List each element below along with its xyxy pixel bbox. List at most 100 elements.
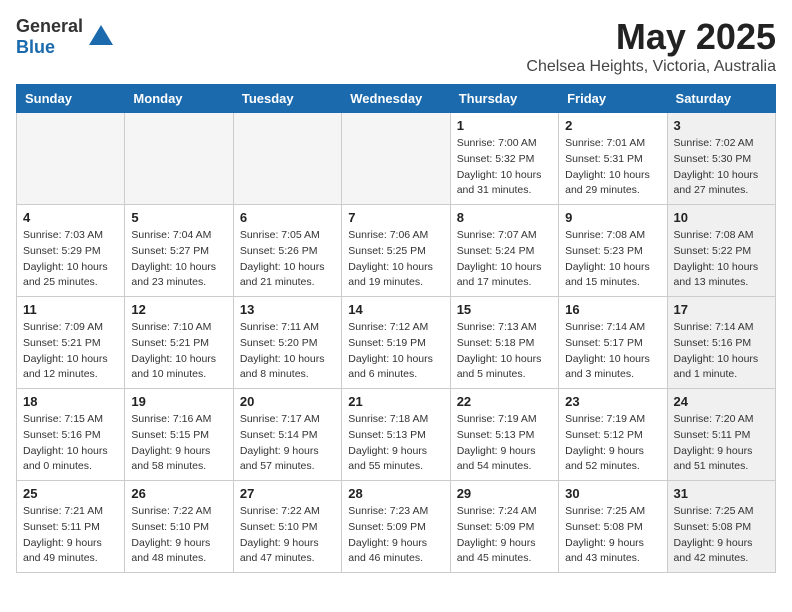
day-info: Sunrise: 7:22 AM Sunset: 5:10 PM Dayligh…: [240, 504, 335, 567]
day-number: 15: [457, 302, 552, 317]
logo-icon: [87, 23, 115, 51]
calendar-cell: 23Sunrise: 7:19 AM Sunset: 5:12 PM Dayli…: [559, 389, 667, 481]
day-number: 28: [348, 486, 443, 501]
day-info: Sunrise: 7:14 AM Sunset: 5:17 PM Dayligh…: [565, 320, 660, 383]
day-info: Sunrise: 7:12 AM Sunset: 5:19 PM Dayligh…: [348, 320, 443, 383]
column-header-thursday: Thursday: [450, 85, 558, 113]
day-number: 12: [131, 302, 226, 317]
day-info: Sunrise: 7:08 AM Sunset: 5:23 PM Dayligh…: [565, 228, 660, 291]
calendar-cell: 21 Sunrise: 7:18 AM Sunset: 5:13 PM Dayli…: [342, 389, 450, 481]
calendar-cell: [17, 113, 125, 205]
location-title: Chelsea Heights, Victoria, Australia: [526, 58, 776, 76]
day-number: 16: [565, 302, 660, 317]
title-area: May 2025 Chelsea Heights, Victoria, Aust…: [526, 16, 776, 76]
day-info: Sunrise: 7:03 AM Sunset: 5:29 PM Dayligh…: [23, 228, 118, 291]
calendar-cell: 19 Sunrise: 7:16 AM Sunset: 5:15 PM Dayli…: [125, 389, 233, 481]
day-info: Sunrise: 7:24 AM Sunset: 5:09 PM Dayligh…: [457, 504, 552, 567]
day-number: 3: [674, 118, 769, 133]
calendar-cell: [233, 113, 341, 205]
calendar-cell: 8 Sunrise: 7:07 AM Sunset: 5:24 PM Daylig…: [450, 205, 558, 297]
calendar-week-row: 4 Sunrise: 7:03 AM Sunset: 5:29 PM Daylig…: [17, 205, 776, 297]
calendar-cell: [125, 113, 233, 205]
day-info: Sunrise: 7:18 AM Sunset: 5:13 PM Dayligh…: [348, 412, 443, 475]
day-number: 10: [674, 210, 769, 225]
day-number: 31: [674, 486, 769, 501]
day-number: 6: [240, 210, 335, 225]
calendar-cell: 27 Sunrise: 7:22 AM Sunset: 5:10 PM Dayli…: [233, 481, 341, 573]
day-number: 8: [457, 210, 552, 225]
day-number: 9: [565, 210, 660, 225]
calendar-week-row: 1Sunrise: 7:00 AM Sunset: 5:32 PM Daylig…: [17, 113, 776, 205]
day-info: Sunrise: 7:19 AM Sunset: 5:12 PM Dayligh…: [565, 412, 660, 475]
day-number: 11: [23, 302, 118, 317]
column-header-tuesday: Tuesday: [233, 85, 341, 113]
day-info: Sunrise: 7:00 AM Sunset: 5:32 PM Dayligh…: [457, 136, 552, 199]
calendar-header-row: SundayMondayTuesdayWednesdayThursdayFrid…: [17, 85, 776, 113]
day-info: Sunrise: 7:08 AM Sunset: 5:22 PM Dayligh…: [674, 228, 769, 291]
calendar-cell: 3 Sunrise: 7:02 AM Sunset: 5:30 PM Daylig…: [667, 113, 775, 205]
day-number: 14: [348, 302, 443, 317]
day-info: Sunrise: 7:20 AM Sunset: 5:11 PM Dayligh…: [674, 412, 769, 475]
day-info: Sunrise: 7:04 AM Sunset: 5:27 PM Dayligh…: [131, 228, 226, 291]
calendar-cell: 30Sunrise: 7:25 AM Sunset: 5:08 PM Dayli…: [559, 481, 667, 573]
day-number: 25: [23, 486, 118, 501]
logo-text: General Blue: [16, 16, 83, 58]
day-info: Sunrise: 7:23 AM Sunset: 5:09 PM Dayligh…: [348, 504, 443, 567]
day-number: 13: [240, 302, 335, 317]
calendar-cell: 5Sunrise: 7:04 AM Sunset: 5:27 PM Daylig…: [125, 205, 233, 297]
day-number: 24: [674, 394, 769, 409]
calendar-cell: 13 Sunrise: 7:11 AM Sunset: 5:20 PM Dayli…: [233, 297, 341, 389]
column-header-monday: Monday: [125, 85, 233, 113]
calendar-cell: 31 Sunrise: 7:25 AM Sunset: 5:08 PM Dayli…: [667, 481, 775, 573]
calendar-week-row: 25 Sunrise: 7:21 AM Sunset: 5:11 PM Dayli…: [17, 481, 776, 573]
calendar-cell: 28 Sunrise: 7:23 AM Sunset: 5:09 PM Dayli…: [342, 481, 450, 573]
day-info: Sunrise: 7:22 AM Sunset: 5:10 PM Dayligh…: [131, 504, 226, 567]
calendar-cell: 29Sunrise: 7:24 AM Sunset: 5:09 PM Dayli…: [450, 481, 558, 573]
calendar-cell: 14 Sunrise: 7:12 AM Sunset: 5:19 PM Dayli…: [342, 297, 450, 389]
header: General Blue May 2025 Chelsea Heights, V…: [16, 16, 776, 76]
day-info: Sunrise: 7:25 AM Sunset: 5:08 PM Dayligh…: [674, 504, 769, 567]
day-number: 20: [240, 394, 335, 409]
calendar-cell: 11 Sunrise: 7:09 AM Sunset: 5:21 PM Dayli…: [17, 297, 125, 389]
day-info: Sunrise: 7:07 AM Sunset: 5:24 PM Dayligh…: [457, 228, 552, 291]
day-number: 21: [348, 394, 443, 409]
day-number: 19: [131, 394, 226, 409]
day-number: 30: [565, 486, 660, 501]
calendar-week-row: 18Sunrise: 7:15 AM Sunset: 5:16 PM Dayli…: [17, 389, 776, 481]
calendar-week-row: 11 Sunrise: 7:09 AM Sunset: 5:21 PM Dayli…: [17, 297, 776, 389]
logo-general: General: [16, 16, 83, 36]
calendar-cell: 4 Sunrise: 7:03 AM Sunset: 5:29 PM Daylig…: [17, 205, 125, 297]
day-number: 22: [457, 394, 552, 409]
calendar-table: SundayMondayTuesdayWednesdayThursdayFrid…: [16, 84, 776, 573]
calendar-cell: 20Sunrise: 7:17 AM Sunset: 5:14 PM Dayli…: [233, 389, 341, 481]
day-info: Sunrise: 7:14 AM Sunset: 5:16 PM Dayligh…: [674, 320, 769, 383]
calendar-cell: 1Sunrise: 7:00 AM Sunset: 5:32 PM Daylig…: [450, 113, 558, 205]
calendar-cell: 10 Sunrise: 7:08 AM Sunset: 5:22 PM Dayli…: [667, 205, 775, 297]
column-header-saturday: Saturday: [667, 85, 775, 113]
day-number: 4: [23, 210, 118, 225]
calendar-cell: 16 Sunrise: 7:14 AM Sunset: 5:17 PM Dayli…: [559, 297, 667, 389]
day-number: 27: [240, 486, 335, 501]
day-info: Sunrise: 7:09 AM Sunset: 5:21 PM Dayligh…: [23, 320, 118, 383]
column-header-wednesday: Wednesday: [342, 85, 450, 113]
column-header-sunday: Sunday: [17, 85, 125, 113]
calendar-cell: 18Sunrise: 7:15 AM Sunset: 5:16 PM Dayli…: [17, 389, 125, 481]
calendar-cell: 2Sunrise: 7:01 AM Sunset: 5:31 PM Daylig…: [559, 113, 667, 205]
calendar-cell: 25 Sunrise: 7:21 AM Sunset: 5:11 PM Dayli…: [17, 481, 125, 573]
day-info: Sunrise: 7:11 AM Sunset: 5:20 PM Dayligh…: [240, 320, 335, 383]
calendar-cell: 15 Sunrise: 7:13 AM Sunset: 5:18 PM Dayli…: [450, 297, 558, 389]
day-info: Sunrise: 7:21 AM Sunset: 5:11 PM Dayligh…: [23, 504, 118, 567]
calendar-cell: 7Sunrise: 7:06 AM Sunset: 5:25 PM Daylig…: [342, 205, 450, 297]
day-number: 18: [23, 394, 118, 409]
day-info: Sunrise: 7:02 AM Sunset: 5:30 PM Dayligh…: [674, 136, 769, 199]
day-info: Sunrise: 7:13 AM Sunset: 5:18 PM Dayligh…: [457, 320, 552, 383]
calendar-cell: 17Sunrise: 7:14 AM Sunset: 5:16 PM Dayli…: [667, 297, 775, 389]
column-header-friday: Friday: [559, 85, 667, 113]
day-info: Sunrise: 7:06 AM Sunset: 5:25 PM Dayligh…: [348, 228, 443, 291]
month-title: May 2025: [526, 16, 776, 58]
day-info: Sunrise: 7:19 AM Sunset: 5:13 PM Dayligh…: [457, 412, 552, 475]
day-info: Sunrise: 7:05 AM Sunset: 5:26 PM Dayligh…: [240, 228, 335, 291]
calendar-cell: 26Sunrise: 7:22 AM Sunset: 5:10 PM Dayli…: [125, 481, 233, 573]
day-info: Sunrise: 7:16 AM Sunset: 5:15 PM Dayligh…: [131, 412, 226, 475]
calendar-cell: [342, 113, 450, 205]
